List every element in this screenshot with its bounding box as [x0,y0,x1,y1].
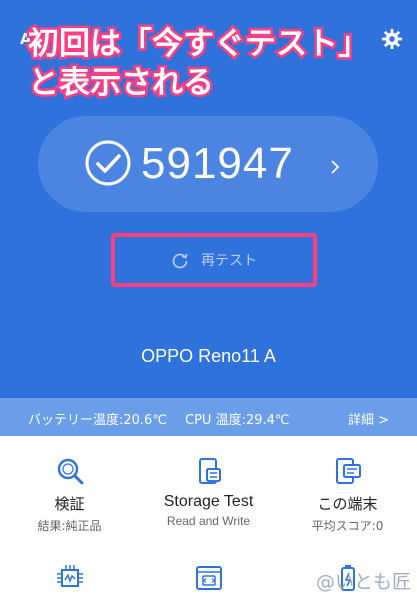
device-info-icon [335,458,361,484]
device-name: OPPO Reno11 A [141,346,276,366]
this-device-subtitle: 平均スコア:0 [311,519,384,533]
chevron-right-icon [331,160,340,174]
chip-icon [56,565,83,587]
retest-label: 再テスト [201,253,257,269]
score-card[interactable]: 591947 [38,116,378,212]
browser-icon [195,566,222,590]
benchmark-score: 591947 [141,139,294,188]
verify-title: 検証 [54,495,85,513]
retest-button[interactable]: 再テスト [125,243,303,277]
cpu-tile[interactable] [0,564,139,592]
hero-panel: A 初回は「今すぐテスト」 と表示される 591947 再テスト OPPO Re… [0,0,417,398]
annotation-line-2: と表示される [26,63,217,104]
storage-test-subtitle: Read and Write [166,514,251,528]
details-link[interactable]: 詳細 > [348,409,389,428]
storage-test-title: Storage Test [163,493,254,510]
storage-test-tile[interactable]: Storage Test Read and Write [139,456,278,528]
web-tile[interactable] [139,564,278,592]
verify-subtitle: 結果:純正品 [37,519,102,533]
check-circle-icon [85,140,131,186]
refresh-icon [172,253,188,269]
watermark: @いとも匠 [315,571,411,593]
cpu-temperature: CPU 温度:29.4℃ [185,413,290,428]
magnifier-icon [57,458,83,485]
battery-temperature: バッテリー温度:20.6℃ [28,413,167,428]
temperature-bar: バッテリー温度:20.6℃ CPU 温度:29.4℃ 詳細 > [0,398,417,436]
annotation-line-1: 初回は「今すぐテスト」 [26,24,372,65]
verify-tile[interactable]: 検証 結果:純正品 [0,456,139,534]
this-device-tile[interactable]: この端末 平均スコア:0 [278,456,417,534]
storage-icon [198,458,221,484]
this-device-title: この端末 [317,495,378,513]
annotation-highlight-box: 再テスト [111,233,317,287]
